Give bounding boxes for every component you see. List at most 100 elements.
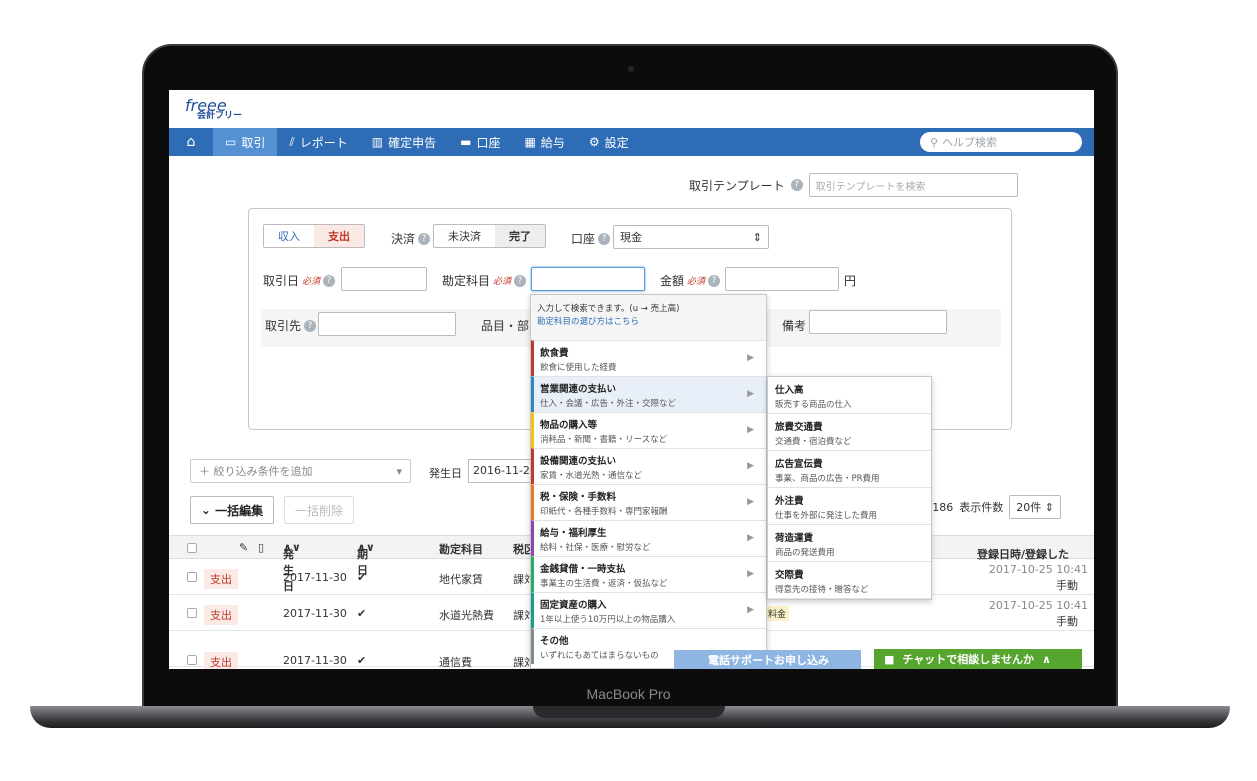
laptop-mockup: MacBook Pro freee 会計フリー ⌂ ▭ 取引 ⫽ レポート ▥ … [0,0,1257,781]
tag-badge: 料金 [765,606,790,621]
nav-item-settings[interactable]: ⚙ 設定 [577,128,641,156]
settled-button[interactable]: 完了 [495,225,545,247]
help-icon[interactable]: ? [790,179,803,191]
account-text: 口座 [571,232,596,246]
dropdown-item[interactable]: 営業関連の支払い 仕入・会議・広告・外注・交際など ▶ [531,376,766,412]
help-icon[interactable]: ? [708,274,721,287]
submenu-sub: 事業、商品の広告・PR費用 [775,474,880,484]
nav-item-reports[interactable]: ⫽ レポート [277,128,359,156]
item-title: その他 [540,636,569,647]
amount-text: 金額 [660,274,685,288]
expense-button[interactable]: 支出 [314,225,364,247]
select-all-checkbox[interactable] [187,543,197,553]
chevron-right-icon: ▶ [747,389,754,399]
type-badge: 支出 [204,652,238,669]
app-logo[interactable]: freee 会計フリー [185,97,243,121]
row-checkbox[interactable] [187,608,197,618]
building-icon: ▥ [371,135,384,149]
dropdown-item[interactable]: 固定資産の購入 1年以上使う10万円以上の物品購入 ▶ [531,592,766,628]
help-search-input[interactable]: ⚲ ヘルプ検索 [920,132,1082,152]
logo-name: 会計フリー [197,110,243,121]
chat-button[interactable]: ■ チャットで相談しませんか ∧ [874,649,1082,669]
pagination: / 186 表示件数 20件 ⇕ [925,495,1061,519]
category-text: 勘定科目 [442,274,491,288]
unsettled-button[interactable]: 未決済 [434,225,495,247]
submenu-item[interactable]: 交際費 得意先の接待・贈答など [768,562,931,599]
nav-label: 給与 [540,135,565,150]
chevron-up-icon: ∧ [1041,652,1051,666]
chevron-right-icon: ▶ [747,353,754,363]
row-method: 手動 [1056,615,1078,628]
per-page-select[interactable]: 20件 ⇕ [1009,495,1061,519]
item-title: 給与・福利厚生 [540,528,607,539]
bulk-edit-label: 一括編集 [215,503,264,518]
row-method: 手動 [1056,579,1078,592]
item-sub: 1年以上使う10万円以上の物品購入 [540,615,676,625]
submenu-sub: 交通費・宿泊費など [775,437,852,447]
bulk-edit-button[interactable]: ⌄ 一括編集 [190,496,274,524]
submenu-item[interactable]: 旅費交通費 交通費・宿泊費など [768,414,931,451]
item-sub: 家賃・水道光熱・通信など [540,471,643,481]
submenu-title: 外注費 [775,496,804,507]
dropdown-item[interactable]: 税・保険・手数料 印紙代・各種手数料・専門家報酬 ▶ [531,484,766,520]
submenu-title: 旅費交通費 [775,422,823,433]
issue-date-input[interactable]: 2016-11-28 [468,459,538,483]
dropdown-item[interactable]: 金銭貸借・一時支払 事業主の生活費・返済・仮払など ▶ [531,556,766,592]
memo-input[interactable] [809,310,947,334]
amount-input[interactable] [725,267,839,291]
item-title: 物品の購入等 [540,420,598,431]
submenu-item[interactable]: 仕入高 販売する商品の仕入 [768,377,931,414]
home-icon[interactable]: ⌂ [169,134,213,150]
nav-item-payroll[interactable]: ▦ 給与 [512,128,576,156]
settlement-toggle: 未決済 完了 [433,224,546,248]
add-filter-select[interactable]: ＋ 絞り込み条件を追加 ▾ [190,459,411,483]
income-button[interactable]: 収入 [264,225,314,247]
item-title: 金銭貸借・一時支払 [540,564,626,575]
phone-support-button[interactable]: 電話サポートお申し込み [674,650,861,669]
nav-item-tax-return[interactable]: ▥ 確定申告 [360,128,448,156]
sort-date[interactable]: 発生日 ∧∨ [283,541,301,593]
nav-item-transactions[interactable]: ▭ 取引 [213,128,278,156]
help-icon[interactable]: ? [323,274,336,287]
submenu-item[interactable]: 荷造運賃 商品の発送費用 [768,525,931,562]
laptop-notch [533,706,725,718]
account-select[interactable]: 現金 ⇕ [613,225,769,249]
item-title: 固定資産の購入 [540,600,607,611]
submenu-item[interactable]: 広告宣伝費 事業、商品の広告・PR費用 [768,451,931,488]
submenu-title: 交際費 [775,570,804,581]
date-input[interactable] [341,267,427,291]
nav-label: 口座 [476,135,501,150]
dropdown-item[interactable]: 飲食費 飲食に使用した経費 ▶ [531,340,766,376]
item-sub: 飲食に使用した経費 [540,363,617,373]
type-badge: 支出 [204,569,238,589]
help-icon[interactable]: ? [514,274,527,287]
bulk-delete-button[interactable]: 一括削除 [284,496,354,524]
chevron-right-icon: ▶ [747,425,754,435]
category-guide-link[interactable]: 勘定科目の選び方はこちら [537,316,760,329]
template-search-input[interactable]: 取引テンプレートを検索 [808,173,1018,197]
help-icon[interactable]: ? [304,319,317,332]
dropdown-item[interactable]: 設備関連の支払い 家賃・水道光熱・通信など ▶ [531,448,766,484]
row-checkbox[interactable] [187,655,197,665]
row-category: 水道光熱費 [439,609,494,622]
item-title: 設備関連の支払い [540,456,617,467]
dropdown-item[interactable]: 給与・福利厚生 給料・社保・医療・慰労など ▶ [531,520,766,556]
nav-item-accounts[interactable]: ▬ 口座 [448,128,512,156]
help-icon[interactable]: ? [418,232,431,245]
submenu-item[interactable]: 外注費 仕事を外部に発注した費用 [768,488,931,525]
required-badge: 必須 [493,277,512,287]
filter-placeholder: ＋ 絞り込み条件を追加 [199,465,313,478]
row-checkbox[interactable] [187,572,197,582]
chevron-right-icon: ▶ [747,569,754,579]
app-header: freee 会計フリー [169,90,1094,128]
item-sub: 消耗品・新聞・書籍・リースなど [540,435,668,445]
submenu-sub: 商品の発送費用 [775,548,835,558]
dropdown-item[interactable]: 物品の購入等 消耗品・新聞・書籍・リースなど ▶ [531,412,766,448]
submenu-sub: 販売する商品の仕入 [775,400,852,410]
search-icon: ⚲ [930,135,939,149]
category-input[interactable] [531,267,645,291]
partner-input[interactable] [318,312,456,336]
sort-due[interactable]: 期日 ∧∨ [357,541,375,577]
help-icon[interactable]: ? [598,232,611,245]
row-registered: 2017-10-25 10:41 [988,599,1088,612]
